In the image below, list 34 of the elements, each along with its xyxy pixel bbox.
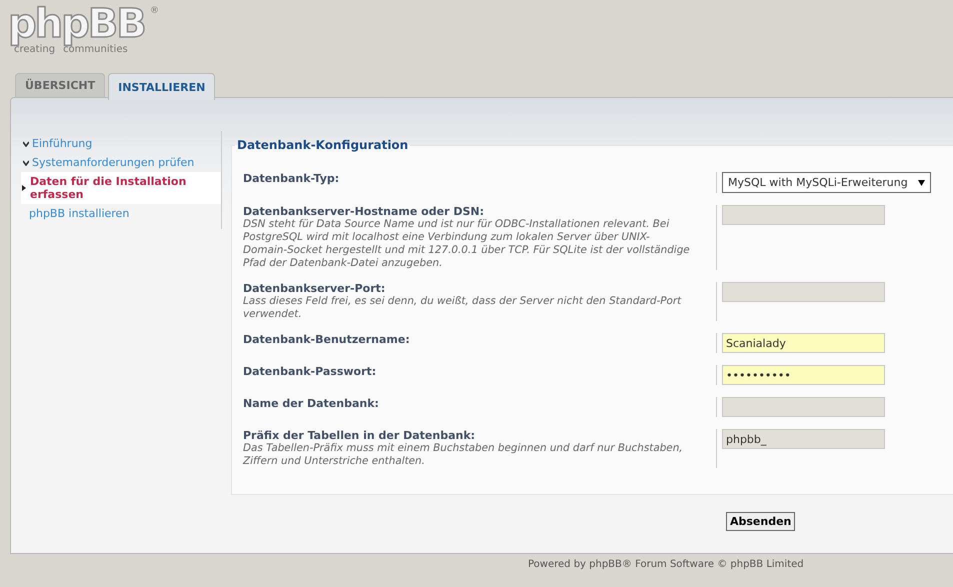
chevron-icon [23,140,29,146]
field-label: Datenbankserver-Port: [243,282,386,295]
field-label: Name der Datenbank: [243,397,380,410]
sidebar-item[interactable]: Daten für die Installation erfassen [21,172,221,204]
section-title: Datenbank-Konfiguration [235,138,410,152]
submit-button[interactable]: Absenden [726,512,796,531]
tab[interactable]: INSTALLIEREN [108,73,216,100]
input-field[interactable]: Scanialady [722,333,885,353]
field-label: Datenbank-Passwort: [243,365,378,378]
arrow-icon [21,185,27,191]
field-label: Präfix der Tabellen in der Datenbank: [243,429,476,442]
chevron-icon [23,160,29,166]
field-explanation: Das Tabellen-Präfix muss mit einem Buchstaben beginnen und darf nur Buchstaben, Ziffern und Unterstriche enthalten. [243,442,684,468]
logo-tagline: communities [63,44,128,55]
sidebar-item[interactable]: Systemanforderungen prüfen [21,153,221,172]
caret-icon [918,180,925,186]
registered-mark: ® [150,6,159,16]
tab[interactable]: ÜBERSICHT [15,73,106,97]
logo-wordmark: phpBB [8,4,145,44]
input-field[interactable] [722,205,885,225]
input-field[interactable] [722,282,885,302]
field-explanation: DSN steht für Data Source Name und ist nur für ODBC-Installationen relevant. Bei PostgreSQL wird mit localhost eine Verbindung zum lokalen Server über UNIX-Domain-Socket hergestellt und mit 127.0.0.1 über TCP. Für SQLite ist der vollständige Pfad der Datenbank-Datei anzugeben. [243,218,691,270]
field-label: Datenbankserver-Hostname oder DSN: [243,205,485,218]
input-field[interactable] [722,397,885,417]
field-label: Datenbank-Typ: [243,172,340,185]
database-type-dropdown[interactable]: MySQL with MySQLi-Erweiterung [722,172,931,193]
input-field[interactable]: •••••••••• [722,365,885,385]
footer-text: Powered by phpBB® Forum Software © phpBB Limited [528,559,804,570]
field-explanation: Lass dieses Feld frei, es sei denn, du weißt, dass der Server nicht den Standard-Port verwendet. [243,295,682,321]
logo-tagline: creating [14,44,56,55]
sidebar-item[interactable]: phpBB installieren [21,204,221,223]
input-field[interactable]: phpbb_ [722,429,885,449]
field-label: Datenbank-Benutzername: [243,333,411,346]
sidebar-item[interactable]: Einführung [21,134,221,153]
